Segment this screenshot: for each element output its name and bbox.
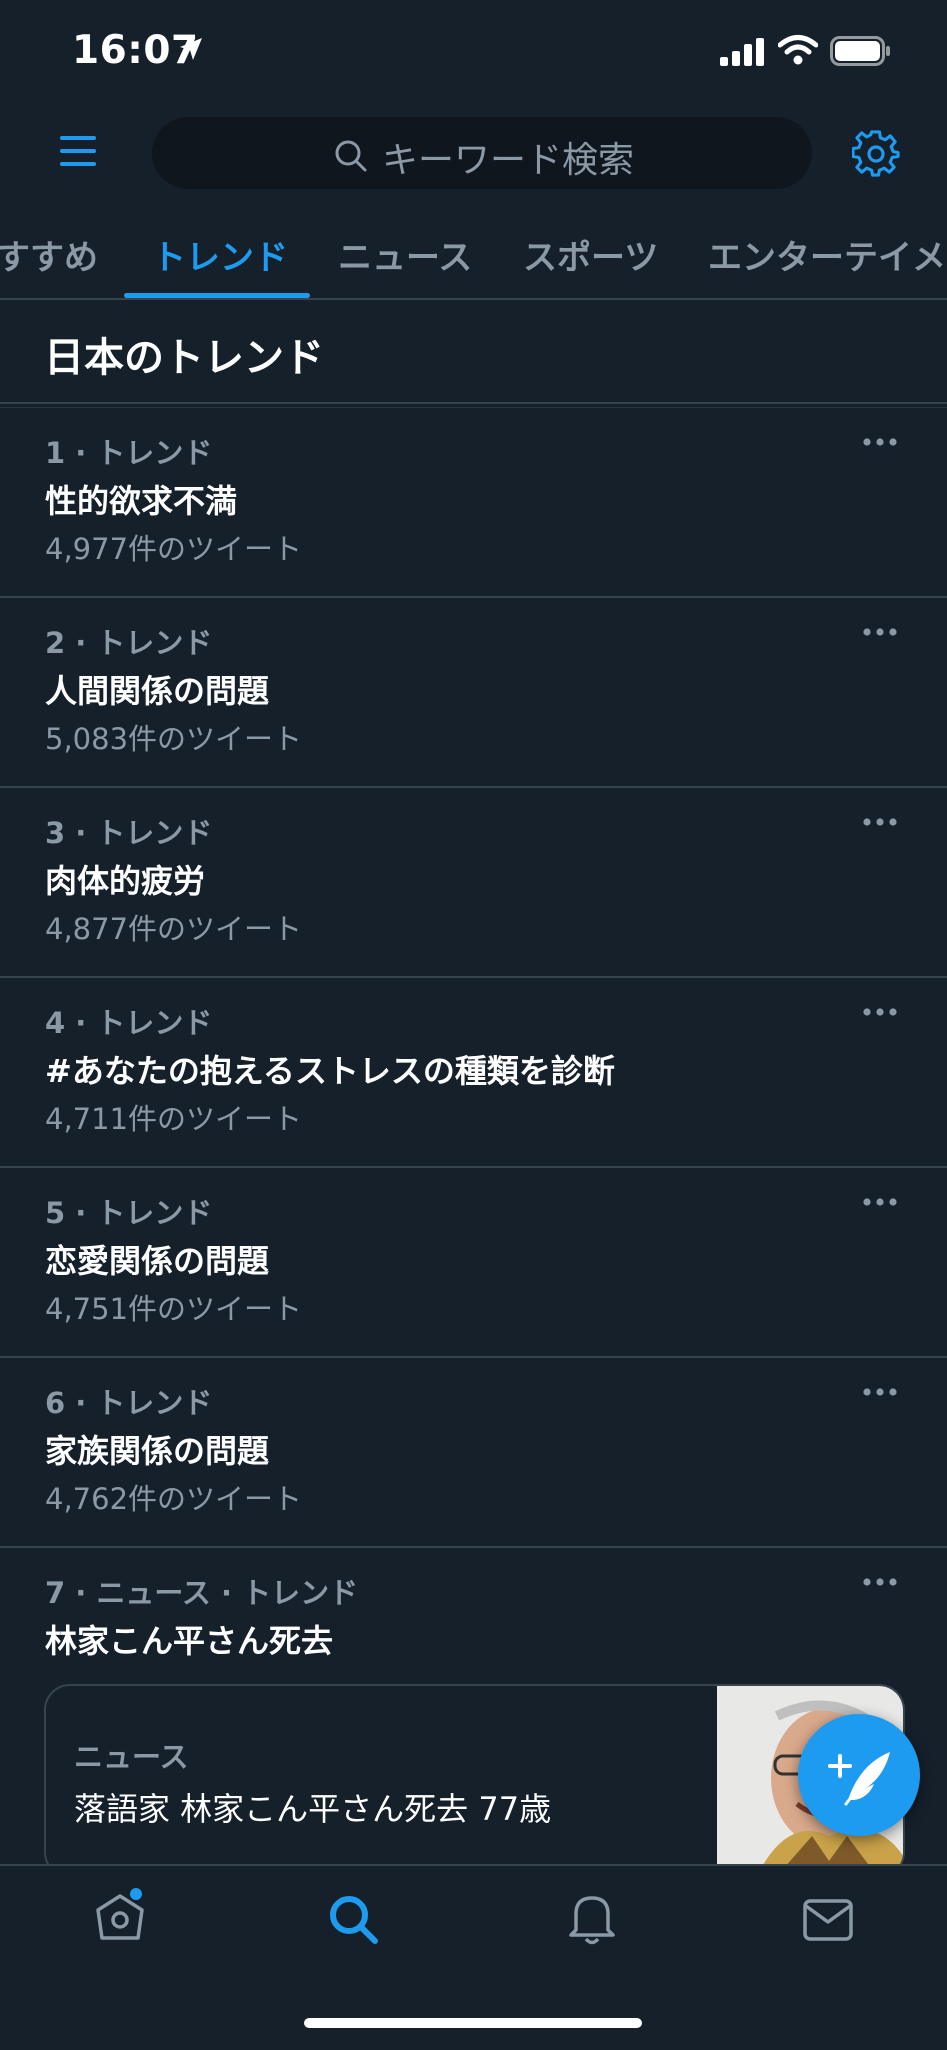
search-icon[interactable] <box>328 1894 380 1946</box>
tab-trends[interactable]: トレンド <box>152 230 288 279</box>
trend-item[interactable]: 3 · トレンド 肉体的疲労 4,877件のツイート <box>0 788 947 978</box>
gear-icon[interactable] <box>852 130 900 178</box>
cellular-signal-icon <box>720 38 764 66</box>
location-arrow-icon <box>180 38 202 60</box>
tab-recommended[interactable]: すすめ <box>0 230 98 279</box>
tab-sports[interactable]: スポーツ <box>523 230 658 279</box>
trend-tweet-count: 4,877件のツイート <box>45 912 303 946</box>
trend-name: 肉体的疲労 <box>45 862 206 900</box>
trend-name: 家族関係の問題 <box>45 1432 270 1470</box>
compose-feather-icon <box>828 1752 890 1806</box>
home-indicator <box>304 2018 642 2028</box>
trend-meta: 7 · ニュース · トレンド <box>45 1576 359 1610</box>
trend-tweet-count: 4,711件のツイート <box>45 1102 303 1136</box>
trend-name: #あなたの抱えるストレスの種類を診断 <box>45 1052 615 1090</box>
trend-name: 人間関係の問題 <box>45 672 270 710</box>
trend-item[interactable]: 6 · トレンド 家族関係の問題 4,762件のツイート <box>0 1358 947 1548</box>
more-options-icon[interactable] <box>862 436 898 448</box>
trend-item[interactable]: 2 · トレンド 人間関係の問題 5,083件のツイート <box>0 598 947 788</box>
trend-meta: 5 · トレンド <box>45 1196 213 1230</box>
more-options-icon[interactable] <box>862 1196 898 1208</box>
trend-item[interactable]: 5 · トレンド 恋愛関係の問題 4,751件のツイート <box>0 1168 947 1358</box>
compose-tweet-button[interactable] <box>798 1714 920 1836</box>
trend-name: 性的欲求不満 <box>45 482 238 520</box>
news-card[interactable]: ニュース 落語家 林家こん平さん死去 77歳 <box>44 1684 905 1878</box>
search-icon <box>335 140 367 172</box>
battery-icon <box>830 36 890 66</box>
more-options-icon[interactable] <box>862 1576 898 1588</box>
section-title: 日本のトレンド <box>44 335 324 381</box>
trend-name: 恋愛関係の問題 <box>45 1242 270 1280</box>
mail-icon[interactable] <box>802 1898 854 1942</box>
divider <box>0 298 947 300</box>
more-options-icon[interactable] <box>862 816 898 828</box>
trend-name: 林家こん平さん死去 <box>45 1622 334 1660</box>
news-headline: 落語家 林家こん平さん死去 77歳 <box>74 1790 552 1828</box>
trend-tweet-count: 4,762件のツイート <box>45 1482 303 1516</box>
wifi-icon <box>778 35 818 65</box>
trend-tweet-count: 5,083件のツイート <box>45 722 303 756</box>
trend-meta: 3 · トレンド <box>45 816 213 850</box>
bell-icon[interactable] <box>566 1890 618 1946</box>
tab-entertainment[interactable]: エンターテイメント <box>708 230 947 279</box>
more-options-icon[interactable] <box>862 1386 898 1398</box>
trend-tweet-count: 4,977件のツイート <box>45 532 303 566</box>
explore-tabs: すすめ トレンド ニュース スポーツ エンターテイメント <box>0 218 947 298</box>
trend-tweet-count: 4,751件のツイート <box>45 1292 303 1326</box>
search-placeholder: キーワード検索 <box>382 140 635 181</box>
tab-news[interactable]: ニュース <box>338 230 472 279</box>
more-options-icon[interactable] <box>862 626 898 638</box>
trend-meta: 4 · トレンド <box>45 1006 213 1040</box>
divider <box>0 402 947 404</box>
trend-meta: 2 · トレンド <box>45 626 213 660</box>
trend-item[interactable]: 4 · トレンド #あなたの抱えるストレスの種類を診断 4,711件のツイート <box>0 978 947 1168</box>
home-icon[interactable] <box>92 1888 148 1944</box>
menu-icon[interactable] <box>58 134 98 168</box>
trend-meta: 1 · トレンド <box>45 436 213 470</box>
news-label: ニュース <box>74 1740 189 1774</box>
trend-meta: 6 · トレンド <box>45 1386 213 1420</box>
trend-item[interactable]: 7 · ニュース · トレンド 林家こん平さん死去 <box>0 1548 947 1678</box>
more-options-icon[interactable] <box>862 1006 898 1018</box>
trend-item[interactable]: 1 · トレンド 性的欲求不満 4,977件のツイート <box>0 408 947 598</box>
